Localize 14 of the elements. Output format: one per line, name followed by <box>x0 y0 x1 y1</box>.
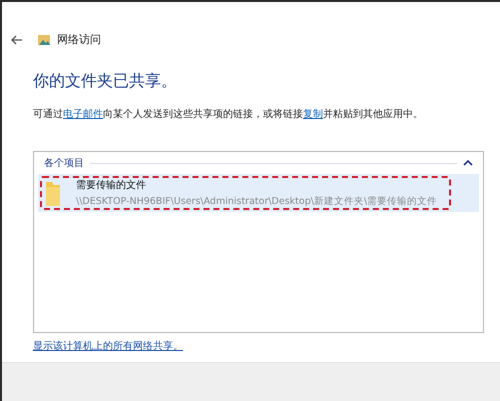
chevron-icon[interactable] <box>463 159 473 167</box>
text-link[interactable]: 电子邮件 <box>63 109 103 120</box>
heading: 你的文件夹已共享。 <box>33 71 178 92</box>
network-folder-icon <box>37 32 51 46</box>
shared-item[interactable]: 需要传输的文件 \\DESKTOP-NH96BIF\Users\Administrator\Desktop\新建文件夹\需要传输的文件 <box>38 174 479 212</box>
show-all-shares-link[interactable]: 显示该计算机上的所有网络共享。 <box>33 339 183 353</box>
item-path: \\DESKTOP-NH96BIF\Users\Administrator\Desktop\新建文件夹\需要传输的文件 <box>76 195 438 208</box>
text-link[interactable]: 复制 <box>303 109 323 120</box>
group-title: 各个项目 <box>44 157 84 170</box>
back-icon[interactable] <box>11 34 23 44</box>
window-title: 网络访问 <box>57 32 101 47</box>
folder-icon <box>46 180 60 206</box>
item-name: 需要传输的文件 <box>76 178 147 192</box>
description-text: 可通过电子邮件向某个人发送到这些共享项的链接，或将链接复制并粘贴到其他应用中。 <box>33 108 424 121</box>
